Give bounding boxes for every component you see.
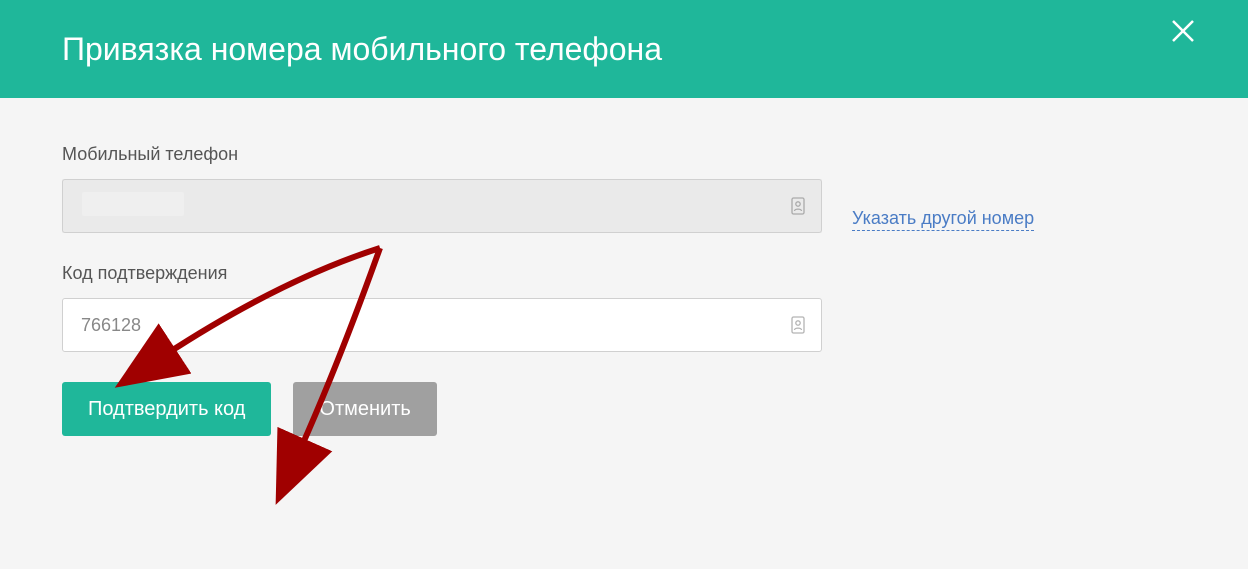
phone-redacted-overlay xyxy=(82,192,184,216)
code-input-wrapper xyxy=(62,298,822,352)
phone-group: Мобильный телефон xyxy=(62,144,822,233)
confirm-button[interactable]: Подтвердить код xyxy=(62,382,271,436)
button-row: Подтвердить код Отменить xyxy=(62,382,1186,436)
phone-label: Мобильный телефон xyxy=(62,144,822,165)
phone-row: Мобильный телефон Указать другой номер xyxy=(62,144,1186,263)
close-icon[interactable] xyxy=(1168,16,1198,52)
contact-card-icon xyxy=(790,196,806,216)
contact-card-icon xyxy=(790,315,806,335)
code-input[interactable] xyxy=(62,298,822,352)
cancel-button[interactable]: Отменить xyxy=(293,382,436,436)
modal-title: Привязка номера мобильного телефона xyxy=(62,31,662,68)
code-label: Код подтверждения xyxy=(62,263,1186,284)
code-group: Код подтверждения xyxy=(62,263,1186,352)
modal-header: Привязка номера мобильного телефона xyxy=(0,0,1248,98)
modal-content: Мобильный телефон Указать другой номер К… xyxy=(0,98,1248,482)
other-number-link[interactable]: Указать другой номер xyxy=(852,208,1034,231)
